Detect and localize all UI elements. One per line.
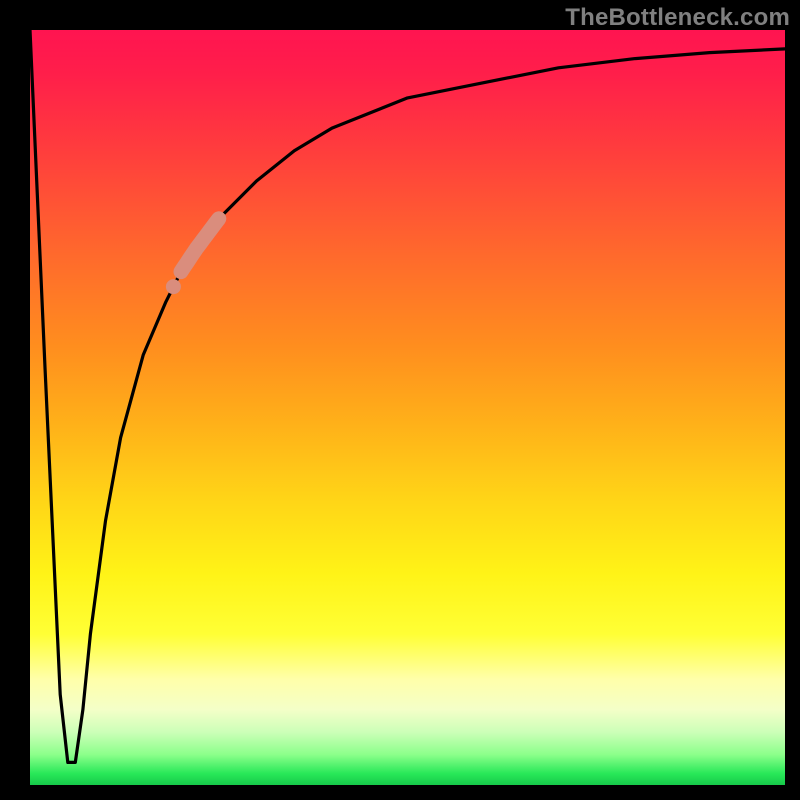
curve-highlight-segment [181,219,219,272]
watermark-text: TheBottleneck.com [565,4,790,32]
curve-path [30,30,785,762]
bottleneck-curve [30,30,785,785]
plot-area [30,30,785,785]
chart-frame: TheBottleneck.com [0,0,800,800]
curve-highlight-dot [166,279,181,294]
